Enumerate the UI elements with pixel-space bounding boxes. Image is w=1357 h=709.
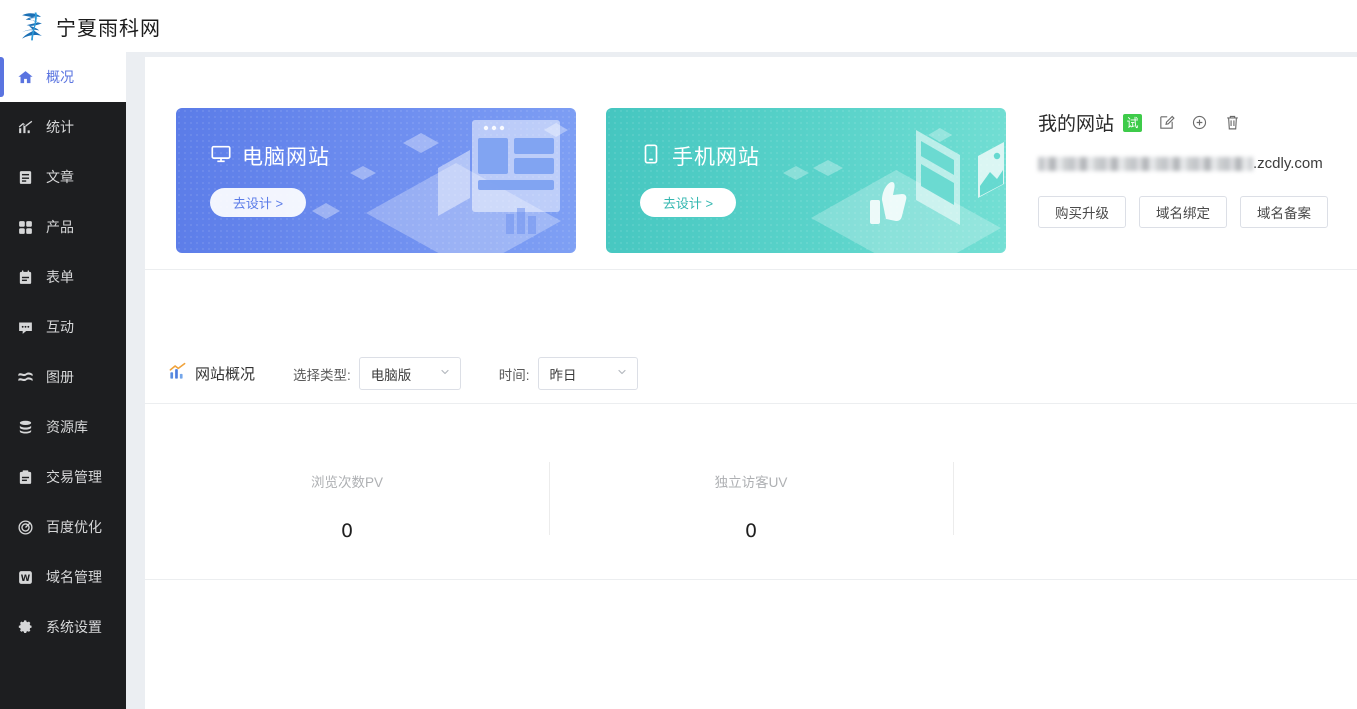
sidebar-item-products[interactable]: 产品 [0, 202, 126, 252]
sidebar-label: 域名管理 [46, 569, 102, 585]
stat-value: 0 [340, 520, 354, 542]
site-name: 我的网站 [1038, 114, 1115, 135]
brand-name: 宁夏雨科网 [56, 15, 161, 40]
sidebar-item-articles[interactable]: 文章 [0, 152, 126, 202]
filter-time-select[interactable]: 昨日 [537, 357, 638, 390]
stat-label: 独立访客UV [714, 475, 788, 490]
brand-logo[interactable]: 宁夏雨科网 [0, 8, 161, 44]
status-badge: 试 [1123, 113, 1143, 132]
sidebar-label: 概况 [46, 69, 74, 85]
site-action-buttons: 购买升级 域名绑定 域名备案 [1038, 196, 1357, 228]
form-icon [17, 269, 34, 286]
site-url: .zcdly.com [1038, 155, 1357, 172]
stat-value: 0 [744, 520, 758, 542]
w-box-icon: W [17, 569, 34, 586]
overview-filter-bar: 网站概况 选择类型: 电脑版 时间: 昨日 [145, 344, 1357, 404]
banner-mobile-design-button[interactable]: 去设计 > [640, 188, 736, 217]
trash-icon[interactable] [1223, 114, 1241, 132]
banner-mobile-website[interactable]: 手机网站 去设计 > [606, 108, 1006, 253]
filter-type-label: 选择类型: [293, 367, 351, 383]
sidebar-item-forms[interactable]: 表单 [0, 252, 126, 302]
banner-pc-illustration [312, 120, 568, 253]
banner-mobile-illustration [783, 128, 1004, 253]
sidebar-label: 系统设置 [46, 619, 102, 635]
main-content: 电脑网站 去设计 > 手机网站 去设计 > 我的网站 试 .zcdly.com … [145, 57, 1357, 709]
overview-stats: 浏览次数PV 0 独立访客UV 0 [145, 405, 1357, 580]
sidebar-label: 互动 [46, 319, 74, 335]
desktop-monitor-icon [210, 143, 232, 170]
stat-pageviews: 浏览次数PV 0 [145, 405, 549, 579]
sidebar-label: 产品 [46, 219, 74, 235]
sidebar-label: 文章 [46, 169, 74, 185]
banner-mobile-title: 手机网站 [640, 141, 760, 171]
sidebar-item-seo[interactable]: 百度优化 [0, 502, 126, 552]
filter-time-label: 时间: [498, 367, 530, 383]
filter-type-select[interactable]: 电脑版 [358, 357, 461, 390]
site-info-panel: 我的网站 试 .zcdly.com 购买升级 域名绑定 域名备案 [1038, 109, 1357, 228]
sidebar-item-interaction[interactable]: 互动 [0, 302, 126, 352]
domain-icp-button[interactable]: 域名备案 [1240, 196, 1328, 228]
banner-pc-design-button[interactable]: 去设计 > [210, 188, 306, 217]
sidebar-label: 交易管理 [46, 469, 102, 485]
stat-placeholder [953, 405, 1357, 579]
site-url-suffix: .zcdly.com [1253, 155, 1323, 172]
chart-icon [17, 119, 34, 136]
mobile-phone-icon [640, 143, 662, 170]
app-header: 宁夏雨科网 [0, 0, 1357, 52]
add-circle-icon[interactable] [1190, 114, 1208, 132]
site-summary-card: 电脑网站 去设计 > 手机网站 去设计 > 我的网站 试 .zcdly.com … [145, 57, 1357, 270]
banner-mobile-title-text: 手机网站 [672, 145, 760, 169]
sidebar-label: 统计 [46, 119, 74, 135]
filter-type-value: 电脑版 [370, 367, 412, 383]
sidebar-nav: 概况 统计 文章 产品 表单 互动 图册 资源库 交易管理 百度优化 W 域名管… [0, 52, 126, 709]
chevron-down-icon [439, 366, 451, 381]
filter-time-group: 时间: 昨日 [499, 357, 638, 390]
sidebar-item-overview[interactable]: 概况 [0, 52, 126, 102]
svg-text:W: W [21, 574, 31, 584]
stat-label: 浏览次数PV [310, 475, 383, 490]
sidebar-item-settings[interactable]: 系统设置 [0, 602, 126, 652]
sidebar-item-transactions[interactable]: 交易管理 [0, 452, 126, 502]
sidebar-label: 百度优化 [46, 519, 102, 535]
clipboard-icon [17, 469, 34, 486]
sidebar-label: 资源库 [46, 419, 88, 435]
domain-bind-button[interactable]: 域名绑定 [1139, 196, 1227, 228]
site-url-masked [1038, 156, 1253, 171]
grid-icon [17, 219, 34, 236]
sidebar-item-resources[interactable]: 资源库 [0, 402, 126, 452]
banner-pc-website[interactable]: 电脑网站 去设计 > [176, 108, 576, 253]
chevron-down-icon [616, 366, 628, 381]
upgrade-purchase-button[interactable]: 购买升级 [1038, 196, 1126, 228]
home-icon [17, 69, 34, 86]
filter-time-value: 昨日 [549, 367, 577, 383]
overview-title-text: 网站概况 [195, 366, 256, 383]
sidebar-item-gallery[interactable]: 图册 [0, 352, 126, 402]
banner-pc-title-text: 电脑网站 [242, 145, 330, 169]
edit-icon[interactable] [1157, 114, 1175, 132]
site-title-row: 我的网站 试 [1038, 109, 1357, 136]
gallery-icon [17, 369, 34, 386]
filter-type-group: 选择类型: 电脑版 [293, 357, 461, 390]
sidebar-item-statistics[interactable]: 统计 [0, 102, 126, 152]
overview-title: 网站概况 [168, 362, 255, 385]
article-icon [17, 169, 34, 186]
sidebar-item-domains[interactable]: W 域名管理 [0, 552, 126, 602]
target-icon [17, 519, 34, 536]
chat-icon [17, 319, 34, 336]
trend-chart-icon [168, 362, 187, 385]
brand-logo-icon [14, 8, 50, 44]
database-icon [17, 419, 34, 436]
gear-icon [17, 619, 34, 636]
stat-unique-visitors: 独立访客UV 0 [549, 405, 953, 579]
sidebar-label: 表单 [46, 269, 74, 285]
sidebar-label: 图册 [46, 369, 74, 385]
banner-pc-title: 电脑网站 [210, 141, 330, 171]
